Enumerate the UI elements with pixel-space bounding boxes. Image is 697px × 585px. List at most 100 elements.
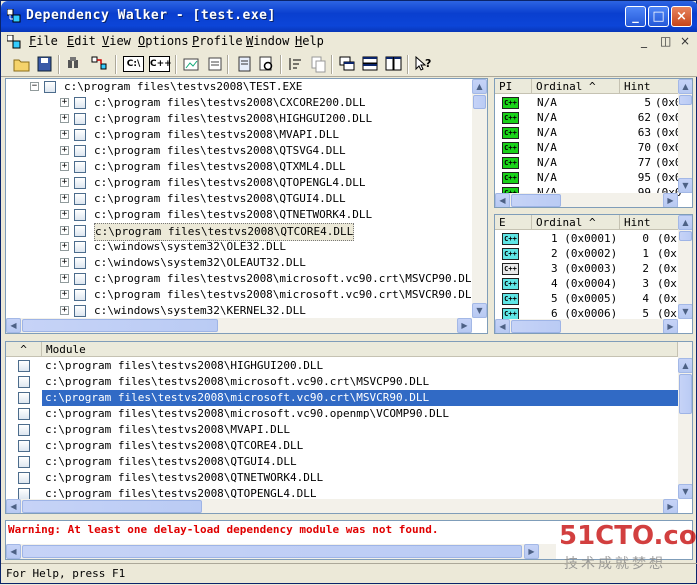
scroll-down-icon[interactable]: ▼: [678, 178, 692, 193]
menu-window[interactable]: Window: [246, 34, 289, 48]
module-row[interactable]: c:\program files\testvs2008\QTNETWORK4.D…: [6, 470, 678, 486]
mdi-restore-icon[interactable]: ◫: [660, 34, 671, 48]
exports-horizontal-scrollbar[interactable]: ◀ ▶: [495, 319, 678, 333]
system-info-icon[interactable]: [205, 54, 226, 74]
find-module-icon[interactable]: [256, 54, 277, 74]
tree-node[interactable]: + c:\program files\testvs2008\MVAPI.DLL: [6, 127, 472, 143]
find-icon[interactable]: [63, 54, 84, 74]
scroll-left-icon[interactable]: ◀: [495, 193, 510, 207]
tree-node[interactable]: + c:\program files\testvs2008\microsoft.v…: [6, 271, 478, 287]
properties-icon[interactable]: [181, 54, 202, 74]
expand-icon[interactable]: +: [60, 210, 69, 219]
parent-imports-pane[interactable]: PI Ordinal ^ Hint C++ N/A 5 (0x0 C++ N/A 62 (0x…: [494, 78, 693, 208]
module-row[interactable]: c:\program files\testvs2008\MVAPI.DLL: [6, 422, 678, 438]
modules-horizontal-scrollbar[interactable]: ◀ ▶: [6, 499, 678, 513]
column-header-hint[interactable]: Hint: [620, 79, 680, 94]
maximize-button[interactable]: □: [648, 6, 669, 27]
refresh-tree-icon[interactable]: [89, 54, 110, 74]
module-row[interactable]: c:\program files\testvs2008\microsoft.vc…: [6, 390, 678, 406]
exports-vertical-scrollbar[interactable]: ▲ ▼: [678, 215, 692, 319]
import-row[interactable]: C++ N/A 5 (0x0: [495, 95, 682, 111]
tree-node[interactable]: + c:\program files\testvs2008\QTGUI4.DLL: [6, 191, 472, 207]
tree-node[interactable]: + c:\program files\testvs2008\HIGHGUI200.…: [6, 111, 472, 127]
scroll-thumb[interactable]: [679, 231, 692, 241]
module-row[interactable]: c:\program files\testvs2008\HIGHGUI200.D…: [6, 358, 678, 374]
tree-node[interactable]: + c:\windows\system32\KERNEL32.DLL: [6, 303, 472, 319]
scroll-down-icon[interactable]: ▼: [678, 304, 692, 319]
title-bar[interactable]: Dependency Walker - [test.exe] _ □ ×: [1, 1, 697, 32]
menu-options[interactable]: Options: [138, 34, 189, 48]
column-header-sort[interactable]: ^: [6, 342, 42, 357]
undecorate-cpp-button[interactable]: C++: [149, 56, 172, 72]
menu-view[interactable]: View: [102, 34, 131, 48]
tree-node[interactable]: + c:\program files\testvs2008\QTXML4.DLL: [6, 159, 472, 175]
close-button[interactable]: ×: [671, 6, 692, 27]
expand-icon[interactable]: +: [60, 146, 69, 155]
mdi-minimize-icon[interactable]: _: [641, 34, 647, 48]
export-row[interactable]: C++ 2 (0x0002) 1 (0x: [495, 246, 678, 262]
column-header-e[interactable]: E: [495, 215, 532, 230]
imports-vertical-scrollbar[interactable]: ▲ ▼: [678, 79, 692, 193]
scroll-up-icon[interactable]: ▲: [678, 79, 692, 94]
scroll-thumb[interactable]: [511, 194, 561, 207]
tree-horizontal-scrollbar[interactable]: ◀ ▶: [6, 318, 472, 333]
context-help-icon[interactable]: ?: [413, 54, 434, 74]
expand-icon[interactable]: +: [60, 242, 69, 251]
full-paths-button[interactable]: C:\: [123, 56, 144, 72]
module-row[interactable]: c:\program files\testvs2008\QTGUI4.DLL: [6, 454, 678, 470]
expand-icon[interactable]: +: [60, 98, 69, 107]
import-row[interactable]: C++ N/A 77 (0x0: [495, 155, 682, 171]
column-header-ordinal[interactable]: Ordinal ^: [532, 79, 620, 94]
highlight-module-icon[interactable]: [234, 54, 255, 74]
column-header-pi[interactable]: PI: [495, 79, 532, 94]
scroll-thumb[interactable]: [679, 95, 692, 105]
module-row[interactable]: c:\program files\testvs2008\QTCORE4.DLL: [6, 438, 678, 454]
import-row[interactable]: C++ N/A 70 (0x0: [495, 140, 682, 156]
scroll-right-icon[interactable]: ▶: [663, 499, 678, 513]
expand-icon[interactable]: +: [60, 162, 69, 171]
scroll-thumb[interactable]: [22, 545, 522, 558]
scroll-up-icon[interactable]: ▲: [678, 358, 692, 373]
doc-icon[interactable]: [7, 35, 21, 49]
menu-help[interactable]: Help: [295, 34, 324, 48]
expand-icon[interactable]: +: [60, 258, 69, 267]
expand-icon[interactable]: +: [60, 226, 69, 235]
open-folder-icon[interactable]: [11, 54, 32, 74]
import-row[interactable]: C++ N/A 63 (0x0: [495, 125, 682, 141]
column-header-hint[interactable]: Hint: [620, 215, 680, 230]
scroll-thumb[interactable]: [473, 95, 486, 109]
export-row[interactable]: C++ 4 (0x0004) 3 (0x: [495, 276, 678, 292]
expand-icon[interactable]: +: [60, 194, 69, 203]
imports-horizontal-scrollbar[interactable]: ◀ ▶: [495, 193, 678, 207]
export-row[interactable]: C++ 3 (0x0003) 2 (0x: [495, 261, 678, 277]
scroll-left-icon[interactable]: ◀: [495, 319, 510, 333]
module-list-pane[interactable]: ^ Module c:\program files\testvs2008\HIG…: [5, 341, 693, 514]
copy-icon[interactable]: [308, 54, 329, 74]
expand-icon[interactable]: +: [60, 274, 69, 283]
scroll-right-icon[interactable]: ▶: [524, 544, 539, 559]
tree-node[interactable]: + c:\program files\testvs2008\QTNETWORK4.…: [6, 207, 472, 223]
scroll-left-icon[interactable]: ◀: [6, 318, 21, 333]
column-header-ordinal[interactable]: Ordinal ^: [532, 215, 620, 230]
expand-icon[interactable]: +: [60, 130, 69, 139]
tree-root-node[interactable]: − c:\program files\testvs2008\TEST.EXE: [6, 79, 472, 95]
tile-horizontal-icon[interactable]: [360, 54, 381, 74]
scroll-thumb[interactable]: [22, 500, 202, 513]
minimize-button[interactable]: _: [625, 6, 646, 27]
expand-icon[interactable]: +: [60, 306, 69, 315]
tree-node[interactable]: + c:\program files\testvs2008\QTSVG4.DLL: [6, 143, 472, 159]
menu-file[interactable]: File: [29, 34, 58, 48]
scroll-down-icon[interactable]: ▼: [678, 484, 692, 499]
scroll-right-icon[interactable]: ▶: [663, 193, 678, 207]
column-header-module[interactable]: Module: [42, 342, 678, 357]
scroll-right-icon[interactable]: ▶: [457, 318, 472, 333]
scroll-left-icon[interactable]: ◀: [6, 499, 21, 513]
scroll-up-icon[interactable]: ▲: [678, 215, 692, 230]
modules-vertical-scrollbar[interactable]: ▲ ▼: [678, 342, 692, 499]
expand-icon[interactable]: +: [60, 290, 69, 299]
tree-node[interactable]: + c:\program files\testvs2008\QTOPENGL4.D…: [6, 175, 472, 191]
module-row[interactable]: c:\program files\testvs2008\microsoft.vc…: [6, 406, 678, 422]
import-row[interactable]: C++ N/A 95 (0x0: [495, 170, 682, 186]
tree-node[interactable]: + c:\program files\testvs2008\QTCORE4.DLL: [6, 223, 472, 241]
tile-vertical-icon[interactable]: [383, 54, 404, 74]
